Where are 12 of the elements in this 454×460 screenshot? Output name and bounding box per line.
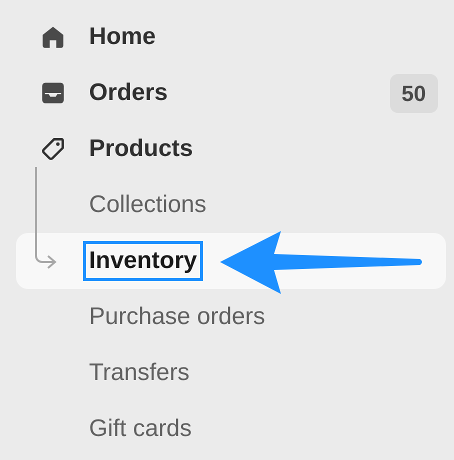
nav-link[interactable]: Gift cards — [89, 411, 192, 447]
nav-link[interactable]: Home — [89, 19, 156, 55]
nav-link[interactable]: Orders — [89, 75, 168, 111]
count-badge: 50 — [390, 74, 438, 112]
inbox-tray-icon — [40, 80, 66, 106]
nav-link[interactable]: Products — [89, 131, 194, 167]
nav-link[interactable]: Inventory — [83, 241, 204, 281]
nav-link[interactable]: Purchase orders — [89, 299, 266, 335]
tag-icon — [40, 136, 66, 162]
nav-link[interactable]: Collections — [89, 187, 206, 223]
nav-link[interactable]: Transfers — [89, 355, 190, 391]
home-icon — [40, 24, 66, 50]
